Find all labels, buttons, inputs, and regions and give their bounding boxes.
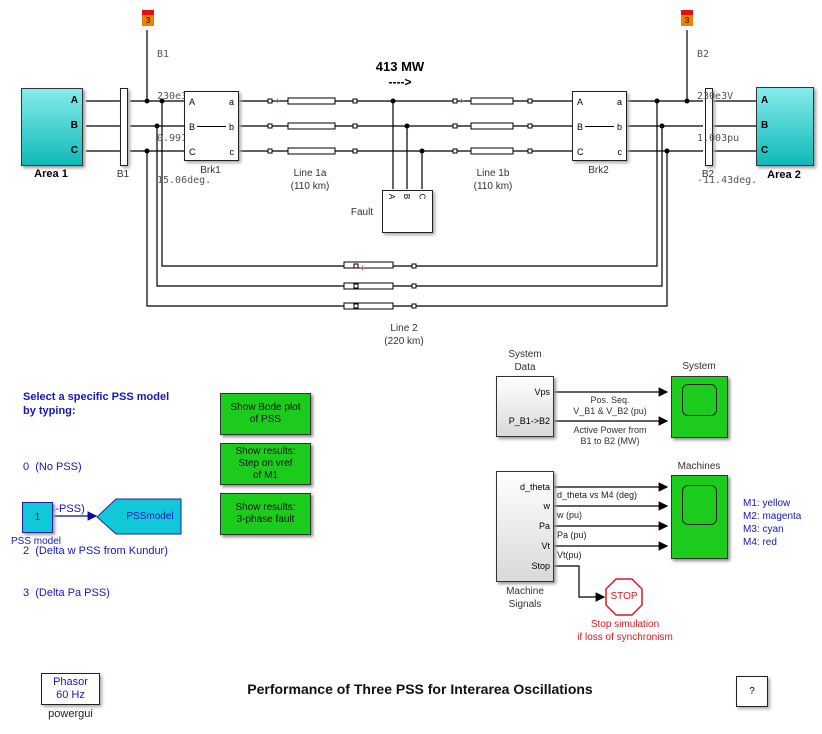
line-1b-label[interactable]: Line 1b (110 km) bbox=[463, 167, 523, 193]
machine-signals-block[interactable]: d_theta w Pa Vt Stop bbox=[496, 471, 554, 582]
diagram-title: Performance of Three PSS for Interarea O… bbox=[247, 681, 593, 697]
area-1-label: Area 1 bbox=[34, 168, 68, 180]
show-bode-plot-button[interactable]: Show Bode plot of PSS bbox=[220, 393, 311, 435]
brk2-label: Brk2 bbox=[588, 165, 609, 176]
machines-scope[interactable] bbox=[671, 475, 728, 559]
svg-text:+: + bbox=[275, 96, 280, 106]
power-flow-value: 413 MW bbox=[375, 59, 425, 74]
port-c: C bbox=[70, 145, 78, 156]
port-a: A bbox=[761, 95, 769, 106]
b2-meas-tag-icon[interactable]: 3 bbox=[681, 10, 693, 26]
machine-color-legend: M1: yellow M2: magenta M3: cyan M4: red bbox=[743, 498, 802, 548]
machines-scope-label: Machines bbox=[677, 461, 721, 472]
line-2-label[interactable]: Line 2 (220 km) bbox=[374, 322, 434, 348]
signal-d-theta-label: d_theta vs M4 (deg) bbox=[557, 490, 638, 500]
port-b: B bbox=[761, 120, 769, 131]
signal-pos-seq-label: Pos. Seq. V_B1 & V_B2 (pu) bbox=[573, 395, 647, 416]
system-scope[interactable] bbox=[671, 376, 728, 438]
system-scope-label: System bbox=[682, 361, 716, 372]
scope-screen-icon bbox=[682, 485, 717, 525]
help-button[interactable]: ? bbox=[736, 676, 768, 707]
area-2-label: Area 2 bbox=[767, 169, 801, 181]
powergui-block[interactable]: Phasor 60 Hz bbox=[41, 673, 100, 705]
signal-w-label: w (pu) bbox=[557, 510, 583, 520]
svg-text:+: + bbox=[360, 263, 365, 273]
bus-b1-label: B1 bbox=[116, 169, 130, 180]
machine-signals-title: Machine Signals bbox=[506, 586, 544, 610]
switch-icon bbox=[585, 126, 614, 127]
b2-measurement: B2 230e3V 1.003pu -11.43deg. bbox=[697, 49, 758, 186]
switch-icon bbox=[197, 126, 226, 127]
pss-goto-tag: PSSmodel bbox=[126, 511, 174, 522]
port-c: C bbox=[761, 145, 769, 156]
port-b: B bbox=[70, 120, 78, 131]
system-data-block[interactable]: Vps P_B1->B2 bbox=[496, 376, 554, 437]
b1-meas-tag-icon[interactable]: 3 bbox=[142, 10, 154, 26]
area-2-block[interactable]: A B C bbox=[756, 87, 814, 166]
line-1a-label[interactable]: Line 1a (110 km) bbox=[280, 167, 340, 193]
system-data-title: System Data bbox=[508, 349, 542, 373]
fault-block[interactable]: A B C bbox=[382, 190, 433, 233]
bus-b1-block[interactable] bbox=[120, 88, 128, 166]
show-fault-results-button[interactable]: Show results: 3-phase fault bbox=[220, 493, 311, 535]
area-1-block[interactable]: A B C bbox=[21, 88, 83, 166]
breaker-brk2-block[interactable]: A B C a b c bbox=[572, 91, 627, 161]
pss-option: 3 (Delta Pa PSS) bbox=[23, 587, 110, 599]
svg-text:+: + bbox=[459, 96, 464, 106]
power-flow-arrow: ----> bbox=[388, 75, 412, 89]
signal-active-power-label: Active Power from B1 to B2 (MW) bbox=[573, 425, 647, 446]
fault-label: Fault bbox=[350, 207, 374, 218]
signal-pa-label: Pa (pu) bbox=[557, 530, 587, 540]
powergui-label: powergui bbox=[48, 708, 93, 720]
stop-block-label: STOP bbox=[610, 591, 638, 602]
show-step-results-button[interactable]: Show results: Step on vref of M1 bbox=[220, 443, 311, 485]
pss-option: 0 (No PSS) bbox=[23, 461, 82, 473]
stop-caption: Stop simulation if loss of synchronism bbox=[577, 619, 673, 643]
pss-select-heading: Select a specific PSS model by typing: bbox=[23, 391, 170, 417]
pss-model-constant[interactable]: 1 bbox=[22, 502, 53, 533]
brk1-label: Brk1 bbox=[200, 165, 221, 176]
signal-vt-label: Vt(pu) bbox=[557, 550, 582, 560]
pss-model-label: PSS model bbox=[10, 536, 62, 547]
breaker-brk1-block[interactable]: A B C a b c bbox=[184, 91, 239, 161]
port-a: A bbox=[70, 95, 78, 106]
scope-screen-icon bbox=[682, 384, 717, 416]
